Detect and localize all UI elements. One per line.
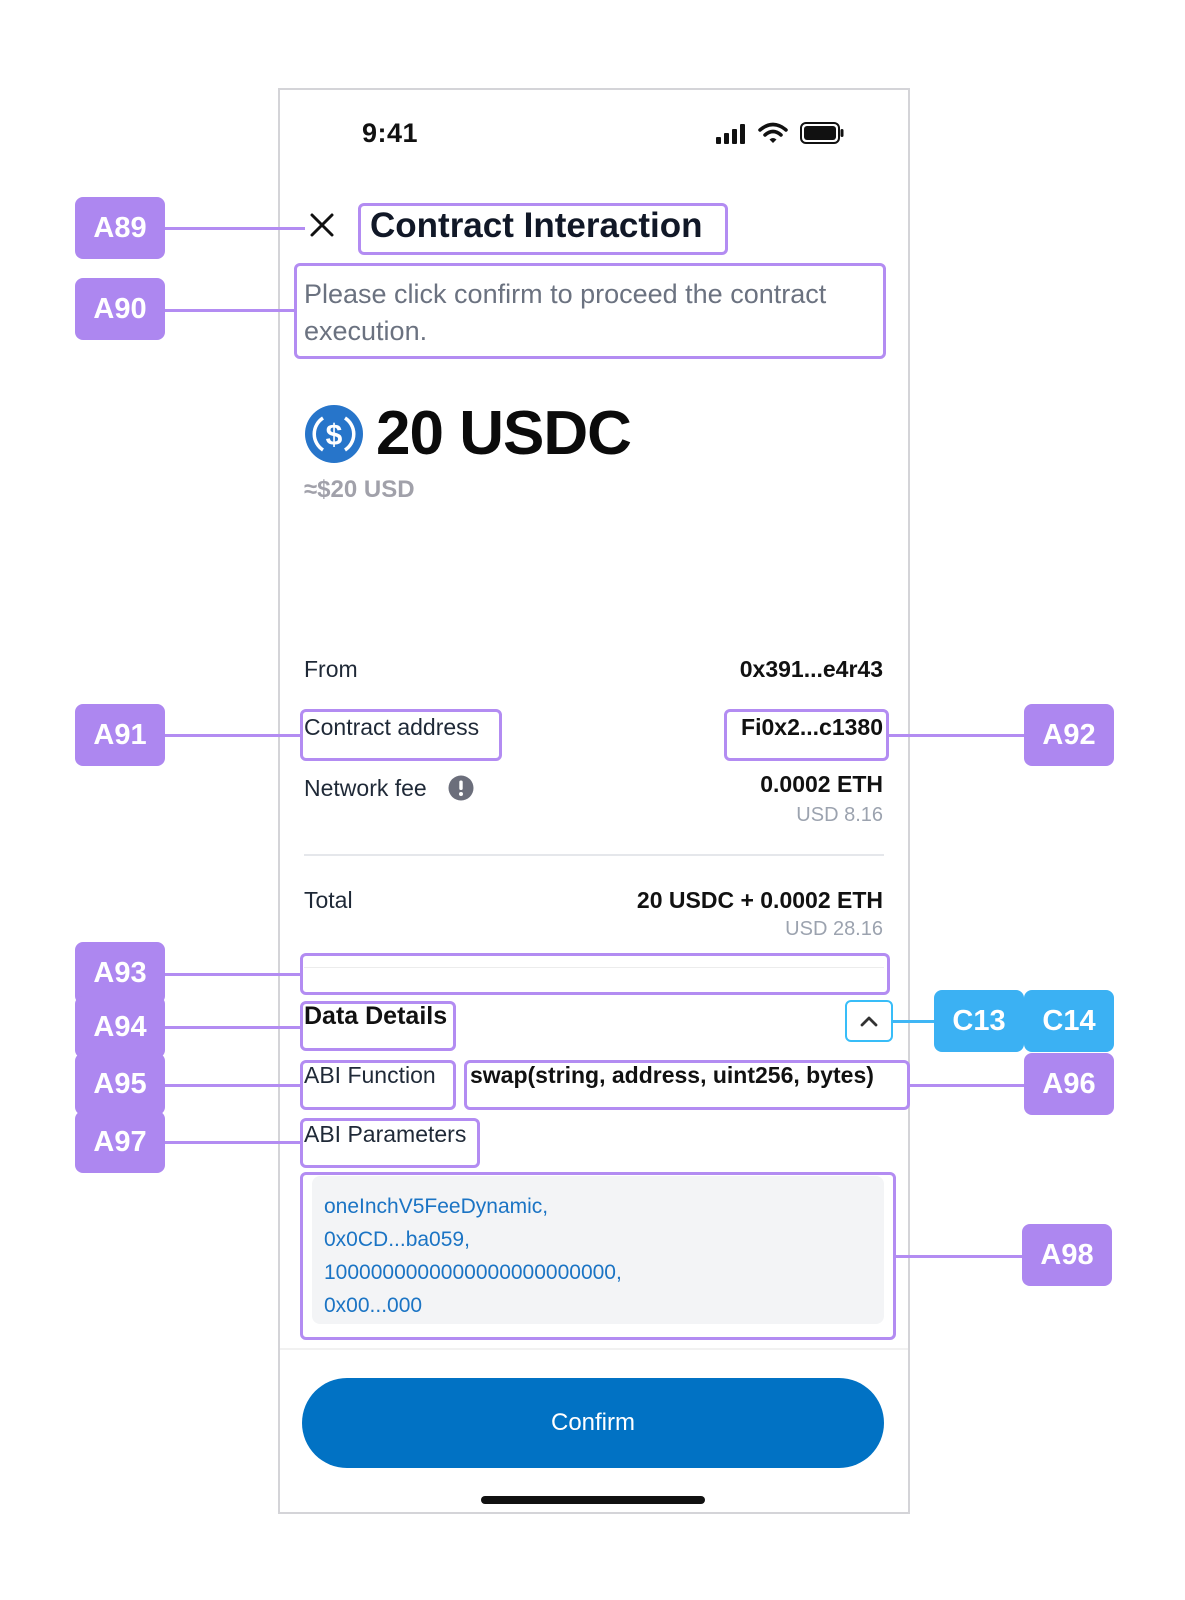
info-icon[interactable] <box>448 775 474 801</box>
wifi-icon <box>758 122 788 143</box>
annotation-tag: A98 <box>1022 1224 1112 1286</box>
highlight-contract-label <box>300 709 502 761</box>
highlight-abi-parameters-box <box>300 1172 896 1340</box>
connector-a96 <box>910 1084 1024 1087</box>
annotation-tag: C13 <box>934 990 1024 1052</box>
annotation-tag: A96 <box>1024 1053 1114 1115</box>
amount-usd: ≈$20 USD <box>304 476 415 503</box>
status-time: 9:41 <box>362 118 419 148</box>
annotation-tag: A90 <box>75 278 165 340</box>
collapse-button[interactable] <box>845 1000 893 1042</box>
annotation-tag: A92 <box>1024 704 1114 766</box>
connector-a89 <box>165 227 305 230</box>
annotation-tag: C14 <box>1024 990 1114 1052</box>
annotation-tag: A93 <box>75 942 165 1004</box>
chevron-up-icon <box>860 1016 878 1027</box>
highlight-divider <box>300 953 890 995</box>
annotation-tag: A97 <box>75 1111 165 1173</box>
highlight-abi-function-label <box>300 1060 456 1110</box>
connector-a95 <box>165 1084 300 1087</box>
connector-c13 <box>893 1020 935 1023</box>
annotation-tag: A91 <box>75 704 165 766</box>
highlight-title <box>358 203 728 255</box>
highlight-abi-parameters-label <box>300 1118 480 1168</box>
usdc-coin-icon: $ <box>305 405 363 463</box>
svg-text:$: $ <box>326 419 343 452</box>
connector-a90 <box>165 309 294 312</box>
highlight-subtitle <box>294 263 886 359</box>
connector-a92 <box>889 734 1024 737</box>
amount-value: 20 USDC <box>376 399 632 468</box>
network-fee-usd: USD 8.16 <box>796 804 883 826</box>
confirm-button[interactable]: Confirm <box>302 1378 884 1468</box>
connector-a97 <box>165 1141 300 1144</box>
signal-icon <box>716 124 745 144</box>
connector-a98 <box>896 1255 1024 1258</box>
close-icon[interactable] <box>305 208 339 242</box>
home-indicator <box>481 1496 705 1504</box>
connector-a93 <box>165 973 300 976</box>
network-fee-value: 0.0002 ETH <box>760 771 883 797</box>
total-usd: USD 28.16 <box>785 918 883 940</box>
total-label: Total <box>304 887 353 913</box>
network-fee-label: Network fee <box>304 775 427 801</box>
connector-a94 <box>165 1026 300 1029</box>
from-value: 0x391...e4r43 <box>739 656 883 682</box>
highlight-data-details <box>300 1001 456 1051</box>
highlight-contract-value <box>724 709 889 761</box>
annotation-tag: A89 <box>75 197 165 259</box>
highlight-abi-function-value <box>464 1060 910 1110</box>
divider <box>304 854 884 856</box>
footer-separator <box>280 1348 908 1350</box>
connector-a91 <box>165 734 300 737</box>
from-label: From <box>304 656 358 682</box>
annotation-tag: A95 <box>75 1053 165 1115</box>
annotation-tag: A94 <box>75 996 165 1058</box>
battery-icon <box>800 122 844 144</box>
total-value: 20 USDC + 0.0002 ETH <box>636 887 883 913</box>
